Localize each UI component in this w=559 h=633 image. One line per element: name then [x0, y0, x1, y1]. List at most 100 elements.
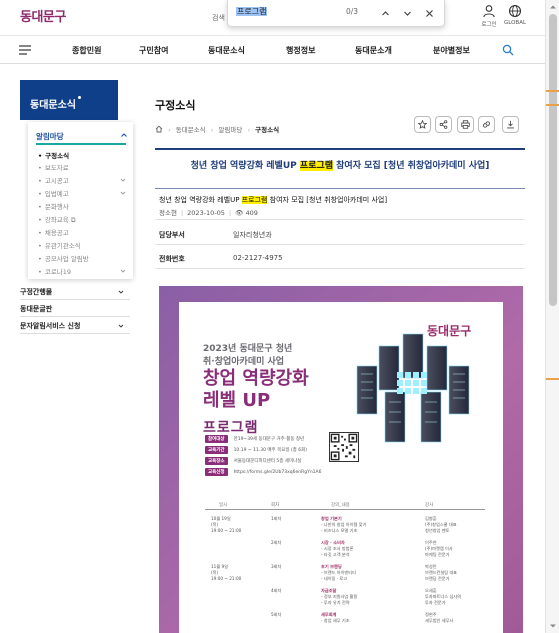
- schedule-cell-round: 2회차: [271, 540, 282, 545]
- article-headline: 청년 창업 역량강화 레벨UP 프로그램 참여자 모집 [청년 취창업아카데미 …: [190, 161, 490, 171]
- divider: [155, 219, 525, 220]
- schedule-cell-content: 시장 · 소비자 - 시장 조사 방법론 - 타깃 고객 분석: [321, 540, 354, 557]
- schedule-header: 일시: [219, 503, 228, 508]
- schedule-header: 강사: [425, 503, 434, 508]
- print-icon: [461, 120, 470, 129]
- schedule-rule: [205, 509, 485, 510]
- global-button[interactable]: GLOBAL: [500, 4, 530, 26]
- chevron-down-icon: [118, 324, 124, 328]
- search-icon[interactable]: [502, 44, 514, 56]
- nav-item-administration[interactable]: 행정정보: [286, 45, 315, 56]
- share-button[interactable]: [435, 116, 452, 133]
- search-hint: 검색: [212, 14, 225, 22]
- sidebar-title: 동대문소식: [20, 80, 118, 120]
- sidebar-menu-letterboard[interactable]: 동대문글판: [20, 302, 130, 317]
- nav-item-participation[interactable]: 구민참여: [139, 45, 168, 56]
- page-scrollbar[interactable]: [545, 0, 559, 633]
- nav-item-about[interactable]: 동대문소개: [355, 45, 392, 56]
- hamburger-icon[interactable]: [18, 44, 32, 56]
- find-highlight: 프로그램: [241, 196, 268, 204]
- breadcrumb-item[interactable]: 동대문소식: [176, 126, 206, 134]
- link-icon: ⧉: [68, 216, 76, 224]
- schedule-cell-lecturer: 김병훈 (주)창업스쿨 대표 청년창업 멘토: [425, 516, 457, 533]
- poster-tag-row: 교육기간 10.19 ~ 11.30 매주 목요일 (총 6회): [205, 446, 307, 454]
- chevron-up-icon[interactable]: [120, 131, 128, 139]
- breadcrumb-item[interactable]: 알림마당: [218, 126, 242, 134]
- sidebar-item-covid[interactable]: • 코로나19: [38, 266, 71, 276]
- find-highlight: 프로그램: [299, 161, 333, 171]
- chevron-down-icon: [118, 290, 124, 294]
- schedule-cell-lecturer: 이주연 (주)마켓랩 이사 마케팅 전문가: [425, 540, 453, 557]
- schedule-cell-round: 1회차: [271, 516, 282, 521]
- nav-item-news[interactable]: 동대문소식: [208, 45, 245, 56]
- sidebar-item-culture[interactable]: • 문화행사: [38, 201, 69, 211]
- print-button[interactable]: [457, 116, 474, 133]
- scroll-up-icon[interactable]: [549, 3, 557, 11]
- divider: [155, 244, 525, 245]
- poster-tag-row: 교육장소 서울동대문디피디센터 5층 세미나실: [205, 457, 301, 465]
- post-date: 2023-10-05: [187, 209, 225, 217]
- schedule-cell-lecturer: 오세훈 투자파트너스 심사역 투자 전문가: [425, 588, 462, 605]
- sidebar-item-press[interactable]: • 보도자료: [38, 162, 69, 172]
- home-icon[interactable]: [155, 125, 163, 133]
- schedule-cell-content: 초기 브랜딩 - 브랜드 아이덴티티 - 네이밍 · 로고: [321, 564, 356, 581]
- sidebar-menu-sms[interactable]: 문자알림서비스 신청: [20, 319, 130, 334]
- globe-icon: [508, 4, 522, 18]
- sidebar-item-legislation[interactable]: • 입법예고: [38, 188, 69, 198]
- download-button[interactable]: [502, 116, 519, 133]
- link-icon: [483, 121, 490, 128]
- nav-item-civil-service[interactable]: 종합민원: [72, 45, 101, 56]
- scrollbar-thumb[interactable]: [549, 14, 557, 306]
- close-icon: [425, 9, 433, 17]
- poster-panel: 동대문구 2023년 동대문구 청년 취·창업아카데미 사업 창업 역량강화 레벨 …: [179, 302, 503, 633]
- sidebar-category[interactable]: 알림마당: [36, 131, 64, 142]
- global-label: GLOBAL: [503, 20, 527, 26]
- find-close-button[interactable]: [422, 6, 436, 20]
- find-bar: 프로그램 0/3: [227, 0, 445, 27]
- chevron-down-icon[interactable]: [120, 190, 126, 196]
- main-navigation: 종합민원 구민참여 동대문소식 행정정보 동대문소개 분야별정보: [0, 37, 545, 64]
- schedule-header: 회차: [271, 503, 280, 508]
- post-meta: 정소현 | 2023-10-05 | 👁 409: [159, 209, 258, 217]
- find-next-button[interactable]: [400, 6, 414, 20]
- sidebar-item-news[interactable]: • 구정소식: [38, 150, 69, 160]
- schedule-cell-content: 자금조달 - 정부 지원사업 활용 - 투자 유치 전략: [321, 588, 358, 605]
- article-title-rule: [155, 148, 525, 150]
- post-author: 정소현: [159, 209, 177, 217]
- schedule-cell-lecturer: 박성민 브랜드컨설팅 대표 브랜딩 전문가: [425, 564, 458, 581]
- sidebar-item-contest[interactable]: • 공모사업 알림방: [38, 253, 89, 263]
- download-icon: [507, 120, 514, 129]
- sidebar-item-notice[interactable]: • 고시공고: [38, 175, 69, 185]
- sidebar-item-agency[interactable]: • 유관기관소식: [38, 240, 81, 250]
- schedule-cell-date: 11월 9일 (목) 19:00 ~ 21:00: [211, 564, 242, 581]
- bookmark-button[interactable]: [414, 116, 431, 133]
- chevron-down-icon[interactable]: [120, 177, 126, 183]
- dept-label: 담당부서: [159, 231, 185, 239]
- poster-subtitle: 2023년 동대문구 청년 취·창업아카데미 사업: [203, 344, 293, 367]
- chevron-down-icon: [403, 11, 411, 16]
- chevron-down-icon[interactable]: [120, 268, 126, 274]
- schedule-cell-content: 창업 기본기 - 나만의 창업 아이템 찾기 - 비즈니스 모델 기초: [321, 516, 367, 533]
- find-match-marker: [546, 378, 559, 380]
- scroll-down-icon[interactable]: [549, 622, 557, 630]
- breadcrumb: › 동대문소식 › 알림마당 › 구정소식: [155, 124, 279, 134]
- poster-tag-row: 참여대상 만19~39세 동대문구 거주·활동 청년: [205, 435, 304, 443]
- find-match-count: 0/3: [346, 7, 359, 16]
- phone-value: 02-2127-4975: [233, 254, 283, 262]
- nav-item-by-field[interactable]: 분야별정보: [433, 45, 470, 56]
- find-input[interactable]: 프로그램: [236, 6, 354, 20]
- phone-label: 전화번호: [159, 255, 185, 263]
- sidebar-menu-publications[interactable]: 구정간행물: [20, 285, 130, 300]
- chevron-up-icon: [381, 10, 389, 15]
- breadcrumb-current: 구정소식: [255, 126, 280, 134]
- sidebar-item-education[interactable]: • 강좌교육 ⧉: [38, 214, 75, 225]
- find-match-marker: [546, 104, 559, 106]
- schedule-cell-round: 4회차: [271, 588, 282, 593]
- category-underline: [36, 143, 126, 145]
- find-previous-button[interactable]: [378, 6, 392, 20]
- star-icon: [418, 120, 427, 129]
- site-logo[interactable]: 동대문구: [20, 6, 66, 25]
- copy-link-button[interactable]: [478, 116, 495, 133]
- schedule-cell-date: 10월 19일 (목) 19:00 ~ 21:00: [211, 516, 242, 533]
- sidebar-item-recruit[interactable]: • 채용공고: [38, 227, 69, 237]
